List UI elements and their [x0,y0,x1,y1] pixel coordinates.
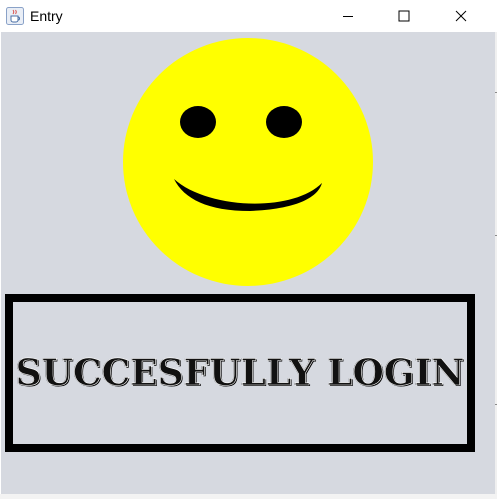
content-panel: SUCCESFULLY LOGIN [1,32,495,494]
java-cup-icon[interactable] [6,7,24,25]
minimize-button[interactable] [325,0,371,32]
close-button[interactable] [438,0,484,32]
window-bottom-edge [0,494,497,499]
smiley-face-icon [122,37,374,294]
close-icon [455,10,467,22]
minimize-icon [343,16,353,17]
maximize-button[interactable] [381,0,427,32]
window-title: Entry [30,8,63,24]
maximize-icon [398,10,410,22]
entry-window: Entry SUCCESFULLY LOGIN [0,0,497,499]
login-success-message: SUCCESFULLY LOGIN [15,352,465,395]
login-message-box: SUCCESFULLY LOGIN [5,294,475,452]
title-bar[interactable]: Entry [0,0,497,32]
